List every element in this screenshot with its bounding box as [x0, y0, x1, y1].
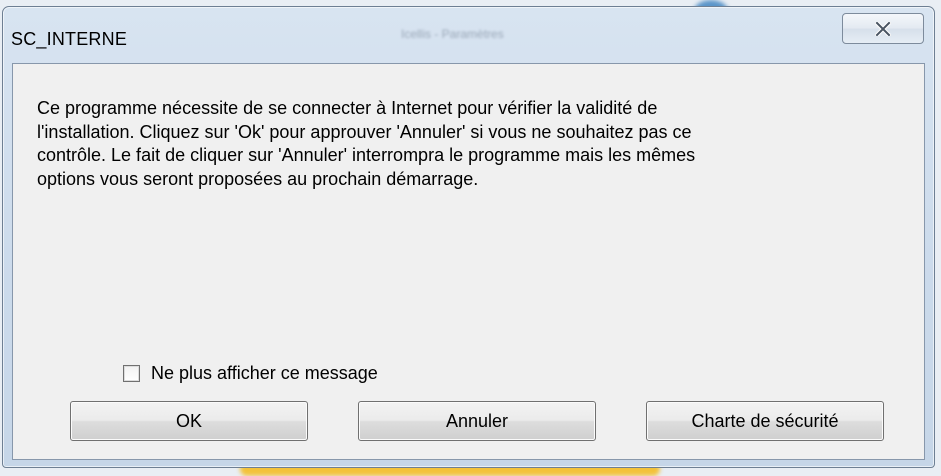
title-bar[interactable]: SC_INTERNE Icellis - Paramètres: [3, 7, 934, 63]
dont-show-again-label[interactable]: Ne plus afficher ce message: [151, 363, 378, 384]
dont-show-again-option[interactable]: Ne plus afficher ce message: [123, 363, 378, 384]
dont-show-again-checkbox[interactable]: [123, 365, 140, 382]
dialog-window: SC_INTERNE Icellis - Paramètres Ce progr…: [2, 6, 935, 468]
window-title: SC_INTERNE: [11, 29, 128, 49]
background-window-title: Icellis - Paramètres: [401, 27, 504, 41]
dialog-message: Ce programme nécessite de se connecter à…: [37, 98, 696, 189]
ok-button[interactable]: OK: [70, 401, 308, 441]
security-charter-button[interactable]: Charte de sécurité: [646, 401, 884, 441]
dialog-content: Ce programme nécessite de se connecter à…: [12, 63, 925, 460]
close-button[interactable]: [842, 13, 924, 44]
cancel-button[interactable]: Annuler: [358, 401, 596, 441]
close-icon: [875, 21, 891, 36]
